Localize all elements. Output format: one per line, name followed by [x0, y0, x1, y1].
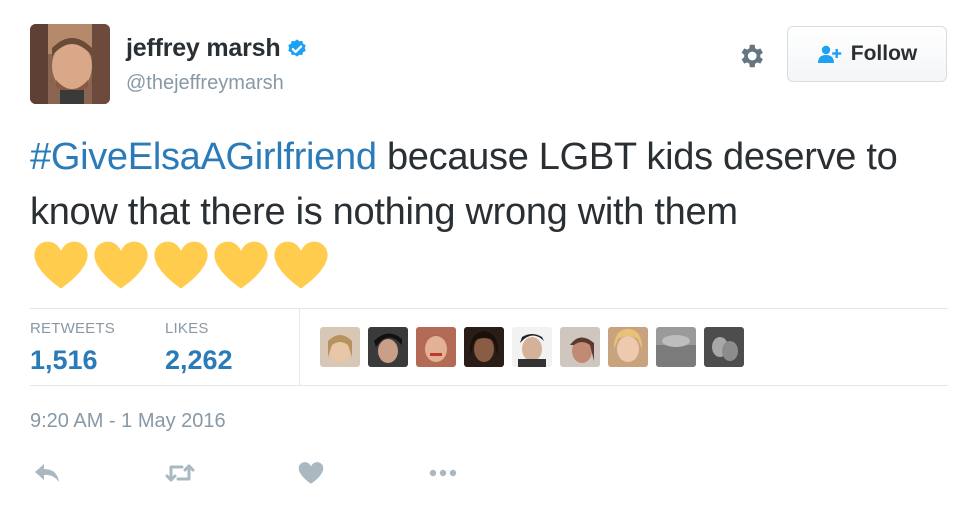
likes-stat[interactable]: LIKES 2,262: [165, 320, 233, 376]
like-icon[interactable]: [294, 458, 328, 488]
liker-avatar[interactable]: [560, 327, 600, 367]
liker-avatar[interactable]: [464, 327, 504, 367]
yellow-heart-icon: [154, 241, 208, 289]
retweets-label: RETWEETS: [30, 320, 115, 337]
stats-bottom-divider: [30, 385, 948, 386]
stats-top-divider: [30, 308, 948, 309]
user-handle[interactable]: @thejeffreymarsh: [126, 72, 284, 95]
retweets-stat[interactable]: RETWEETS 1,516: [30, 320, 115, 376]
liker-avatar[interactable]: [608, 327, 648, 367]
liker-avatar[interactable]: [368, 327, 408, 367]
liker-avatar[interactable]: [656, 327, 696, 367]
yellow-heart-icon: [94, 241, 148, 289]
liker-avatar[interactable]: [320, 327, 360, 367]
reply-icon[interactable]: [30, 458, 64, 488]
avatar[interactable]: [30, 24, 110, 104]
retweets-count: 1,516: [30, 345, 98, 375]
yellow-heart-icon: [34, 241, 88, 289]
liker-avatar[interactable]: [416, 327, 456, 367]
user-name-row: jeffrey marsh: [126, 34, 308, 63]
more-icon[interactable]: [426, 458, 460, 488]
liker-avatar[interactable]: [512, 327, 552, 367]
likes-count: 2,262: [165, 345, 233, 375]
liker-avatar[interactable]: [704, 327, 744, 367]
stats-separator: [299, 308, 300, 385]
yellow-heart-icon: [214, 241, 268, 289]
retweet-icon[interactable]: [163, 458, 197, 488]
likes-label: LIKES: [165, 320, 209, 337]
gear-icon[interactable]: [733, 38, 769, 74]
tweet-timestamp[interactable]: 9:20 AM - 1 May 2016: [30, 410, 226, 433]
follow-person-icon: [817, 45, 841, 63]
verified-badge-icon: [288, 38, 307, 57]
follow-button[interactable]: Follow: [787, 26, 947, 82]
display-name[interactable]: jeffrey marsh: [126, 34, 281, 63]
likers-avatars: [320, 327, 752, 367]
yellow-heart-icon: [274, 241, 328, 289]
hashtag-link[interactable]: #GiveElsaAGirlfriend: [30, 136, 377, 178]
tweet-text: #GiveElsaAGirlfriend because LGBT kids d…: [30, 130, 960, 296]
emoji-group: [32, 240, 332, 290]
follow-button-label: Follow: [850, 42, 918, 65]
